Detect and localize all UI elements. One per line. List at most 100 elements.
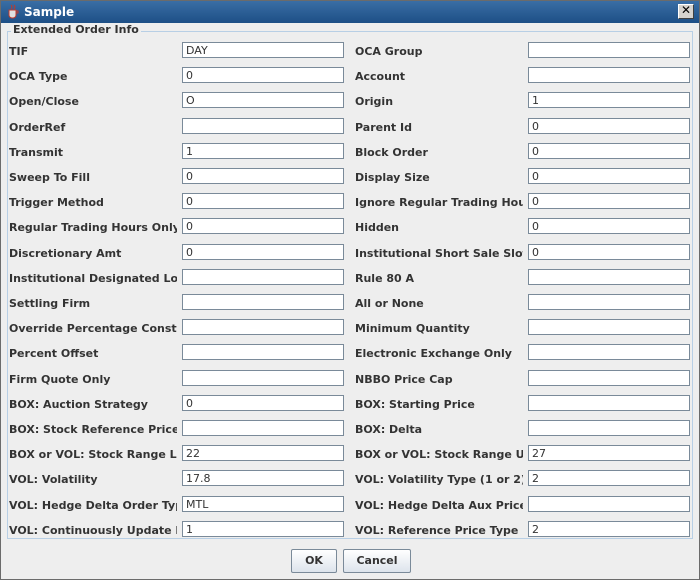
field-label: Minimum Quantity [355, 322, 470, 335]
field-label: Block Order [355, 146, 428, 159]
field-label: BOX: Starting Price [355, 398, 475, 411]
form-row: VOL: Continuously Update Pri... 1 VOL: Ref… [1, 521, 700, 543]
field-label: Percent Offset [9, 347, 99, 360]
text-field[interactable]: 0 [528, 193, 690, 209]
field-label: Institutional Designated Loca... [9, 272, 177, 285]
form-row: Open/Close O Origin 1 [1, 92, 700, 114]
field-label: BOX: Stock Reference Price [9, 423, 177, 436]
text-field[interactable]: 2 [528, 521, 690, 537]
text-field[interactable]: 27 [528, 445, 690, 461]
text-field[interactable]: 22 [182, 445, 344, 461]
field-label: TIF [9, 45, 29, 58]
field-label: VOL: Continuously Update Pri... [9, 524, 177, 537]
form-row: Settling Firm All or None [1, 294, 700, 316]
text-field[interactable]: 0 [182, 244, 344, 260]
field-label: BOX or VOL: Stock Range Lo... [9, 448, 177, 461]
text-field[interactable]: 2 [528, 470, 690, 486]
form-row: Trigger Method 0 Ignore Regular Trading Ho… [1, 193, 700, 215]
text-field[interactable] [528, 395, 690, 411]
text-field[interactable]: 0 [528, 118, 690, 134]
field-label: Ignore Regular Trading Hours [355, 196, 523, 209]
field-label: Firm Quote Only [9, 373, 111, 386]
form-row: Sweep To Fill 0 Display Size 0 [1, 168, 700, 190]
field-label: OCA Type [9, 70, 68, 83]
text-field[interactable] [528, 319, 690, 335]
text-field[interactable]: 1 [528, 92, 690, 108]
text-field[interactable]: 0 [182, 67, 344, 83]
ok-button[interactable]: OK [291, 549, 337, 573]
dialog-window: Sample ✕ Extended Order Info TIF DAY OCA G… [0, 0, 700, 580]
form-row: Discretionary Amt 0 Institutional Short Sa… [1, 244, 700, 266]
form-row: VOL: Volatility 17.8 VOL: Volatility Type … [1, 470, 700, 492]
text-field[interactable]: 1 [182, 521, 344, 537]
text-field[interactable]: 0 [528, 168, 690, 184]
field-label: VOL: Hedge Delta Order Type [9, 499, 177, 512]
field-label: Display Size [355, 171, 430, 184]
text-field[interactable]: 17.8 [182, 470, 344, 486]
text-field[interactable]: O [182, 92, 344, 108]
field-label: VOL: Volatility Type (1 or 2) [355, 473, 523, 486]
form-row: VOL: Hedge Delta Order Type MTL VOL: Hedge… [1, 496, 700, 518]
text-field[interactable] [182, 118, 344, 134]
field-label: VOL: Hedge Delta Aux Price [355, 499, 523, 512]
form-row: Percent Offset Electronic Exchange Only [1, 344, 700, 366]
text-field[interactable] [528, 370, 690, 386]
text-field[interactable] [182, 269, 344, 285]
close-button[interactable]: ✕ [678, 3, 694, 19]
field-label: Electronic Exchange Only [355, 347, 512, 360]
field-label: OCA Group [355, 45, 423, 58]
text-field[interactable] [528, 67, 690, 83]
field-label: Regular Trading Hours Only [9, 221, 177, 234]
text-field[interactable] [182, 344, 344, 360]
form-row: Transmit 1 Block Order 0 [1, 143, 700, 165]
field-label: All or None [355, 297, 424, 310]
field-label: NBBO Price Cap [355, 373, 453, 386]
text-field[interactable]: 0 [182, 395, 344, 411]
text-field[interactable]: 0 [182, 193, 344, 209]
field-label: VOL: Reference Price Type (1... [355, 524, 523, 537]
field-label: BOX: Delta [355, 423, 423, 436]
field-label: Institutional Short Sale Slot [355, 247, 523, 260]
text-field[interactable] [182, 294, 344, 310]
text-field[interactable] [182, 319, 344, 335]
form-row: TIF DAY OCA Group [1, 42, 700, 64]
form-row: BOX or VOL: Stock Range Lo... 22 BOX or VO… [1, 445, 700, 467]
form-row: BOX: Stock Reference Price BOX: Delta [1, 420, 700, 442]
form-row: Override Percentage Constra... Minimum Qu… [1, 319, 700, 341]
text-field[interactable]: 0 [182, 168, 344, 184]
field-label: Sweep To Fill [9, 171, 90, 184]
text-field[interactable]: 0 [528, 218, 690, 234]
form-row: Firm Quote Only NBBO Price Cap [1, 370, 700, 392]
text-field[interactable]: 0 [182, 218, 344, 234]
field-label: Discretionary Amt [9, 247, 122, 260]
field-label: BOX: Auction Strategy [9, 398, 148, 411]
text-field[interactable]: 0 [528, 244, 690, 260]
field-label: Rule 80 A [355, 272, 415, 285]
field-label: Settling Firm [9, 297, 91, 310]
text-field[interactable] [528, 269, 690, 285]
text-field[interactable] [528, 420, 690, 436]
close-icon: ✕ [681, 3, 692, 17]
text-field[interactable] [528, 294, 690, 310]
text-field[interactable]: 0 [528, 143, 690, 159]
text-field[interactable]: DAY [182, 42, 344, 58]
field-label: Trigger Method [9, 196, 104, 209]
form-row: OrderRef Parent Id 0 [1, 118, 700, 140]
java-cup-icon [8, 4, 19, 19]
text-field[interactable]: 1 [182, 143, 344, 159]
title-bar[interactable]: Sample ✕ [1, 1, 699, 23]
field-label: Parent Id [355, 121, 412, 134]
text-field[interactable] [528, 344, 690, 360]
field-label: Account [355, 70, 406, 83]
form-row: OCA Type 0 Account [1, 67, 700, 89]
form-row: Regular Trading Hours Only 0 Hidden 0 [1, 218, 700, 240]
window-title: Sample [24, 5, 75, 19]
text-field[interactable] [528, 42, 690, 58]
text-field[interactable]: MTL [182, 496, 344, 512]
cancel-button[interactable]: Cancel [343, 549, 411, 573]
text-field[interactable] [182, 370, 344, 386]
text-field[interactable] [528, 496, 690, 512]
text-field[interactable] [182, 420, 344, 436]
field-label: Hidden [355, 221, 400, 234]
group-legend: Extended Order Info [11, 23, 141, 36]
